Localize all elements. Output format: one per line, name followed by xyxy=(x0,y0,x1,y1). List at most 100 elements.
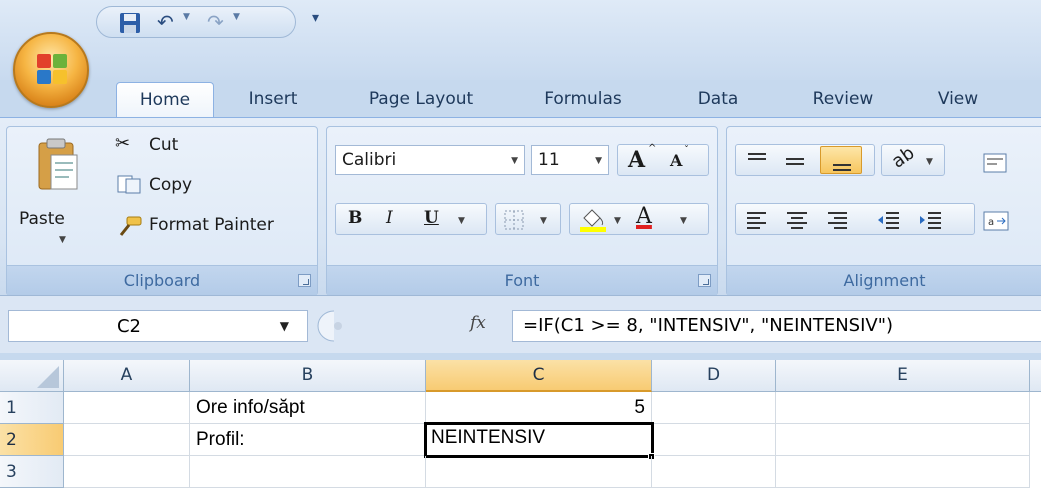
formula-input[interactable]: =IF(C1 >= 8, "INTENSIV", "NEINTENSIV") xyxy=(512,310,1041,342)
wrap-text-icon[interactable] xyxy=(983,153,1007,173)
orientation-button[interactable]: ab ▼ xyxy=(881,142,945,176)
align-top-icon[interactable] xyxy=(746,151,768,171)
font-group-label: Font xyxy=(327,265,717,295)
ribbon: Paste ▼ ✂ Cut Copy Format Painter Clipbo… xyxy=(0,117,1041,296)
font-launcher-icon[interactable] xyxy=(698,274,711,287)
underline-dropdown-icon[interactable]: ▼ xyxy=(458,216,465,226)
format-painter-button[interactable]: Format Painter xyxy=(149,215,274,235)
clipboard-group: Paste ▼ ✂ Cut Copy Format Painter Clipbo… xyxy=(6,126,318,296)
cell-b1[interactable]: Ore info/săpt xyxy=(190,392,426,424)
italic-button[interactable]: I xyxy=(386,208,393,228)
column-header-c[interactable]: C xyxy=(426,360,652,392)
align-left-icon[interactable] xyxy=(746,210,768,230)
format-painter-icon xyxy=(119,216,142,236)
borders-dropdown-icon[interactable]: ▼ xyxy=(540,216,547,226)
paste-icon[interactable] xyxy=(37,137,79,193)
alignment-group-label: Alignment xyxy=(727,265,1041,295)
cell-d1[interactable] xyxy=(652,392,776,424)
underline-button[interactable]: U xyxy=(424,208,439,228)
grow-font-button[interactable]: A xyxy=(628,147,645,173)
tab-review[interactable]: Review xyxy=(796,82,890,118)
vertical-align-buttons xyxy=(735,144,875,176)
font-name-value: Calibri xyxy=(342,150,397,170)
cell-b3[interactable] xyxy=(190,456,426,488)
column-header-d[interactable]: D xyxy=(652,360,776,392)
clipboard-group-label: Clipboard xyxy=(7,265,317,295)
tab-home[interactable]: Home xyxy=(116,82,214,118)
cell-e2[interactable] xyxy=(776,424,1030,456)
select-all-icon xyxy=(37,366,59,388)
row-header-1[interactable]: 1 xyxy=(0,392,64,424)
align-middle-icon[interactable] xyxy=(784,151,806,171)
svg-text:a: a xyxy=(988,217,994,228)
cell-b2[interactable]: Profil: xyxy=(190,424,426,456)
cut-icon: ✂ xyxy=(115,133,131,154)
font-size-value: 11 xyxy=(538,150,560,170)
bold-button[interactable]: B xyxy=(348,208,362,228)
redo-dropdown-icon[interactable]: ▼ xyxy=(233,12,240,22)
font-name-dropdown-icon[interactable]: ▼ xyxy=(511,156,518,166)
name-box-dropdown-icon[interactable]: ▼ xyxy=(280,319,289,333)
shrink-font-caret-icon: ˇ xyxy=(684,145,689,156)
clipboard-launcher-icon[interactable] xyxy=(298,274,311,287)
formula-bar-splitter-icon[interactable] xyxy=(316,310,354,342)
save-icon[interactable] xyxy=(119,12,141,34)
cell-a3[interactable] xyxy=(64,456,190,488)
select-all-corner[interactable] xyxy=(0,360,64,392)
shrink-font-button[interactable]: A xyxy=(670,151,682,170)
font-size-dropdown-icon[interactable]: ▼ xyxy=(595,156,602,166)
office-logo-icon xyxy=(37,54,67,84)
font-name-combo[interactable]: Calibri ▼ xyxy=(335,145,525,175)
horizontal-align-buttons xyxy=(735,203,975,235)
fill-color-dropdown-icon[interactable]: ▼ xyxy=(614,216,621,226)
row-header-3[interactable]: 3 xyxy=(0,456,64,488)
tab-page-layout[interactable]: Page Layout xyxy=(352,82,490,118)
font-group: Calibri ▼ 11 ▼ A ^ A ˇ B I U ▼ ▼ ▼ A ▼ F… xyxy=(326,126,718,296)
customize-qat-icon[interactable]: ▾ xyxy=(312,10,319,26)
paste-button[interactable]: Paste xyxy=(19,209,65,229)
name-box-value: C2 xyxy=(116,316,142,337)
cell-d3[interactable] xyxy=(652,456,776,488)
cell-e3[interactable] xyxy=(776,456,1030,488)
cell-d2[interactable] xyxy=(652,424,776,456)
font-size-buttons: A ^ A ˇ xyxy=(617,143,709,176)
merge-center-icon[interactable]: a xyxy=(983,211,1009,231)
align-bottom-button[interactable] xyxy=(820,146,862,174)
font-size-combo[interactable]: 11 ▼ xyxy=(531,145,609,175)
undo-icon[interactable]: ↶ xyxy=(157,11,174,33)
column-header-e[interactable]: E xyxy=(776,360,1030,392)
column-header-b[interactable]: B xyxy=(190,360,426,392)
increase-indent-icon[interactable] xyxy=(918,210,942,230)
cell-e1[interactable] xyxy=(776,392,1030,424)
font-color-button[interactable]: A xyxy=(636,204,652,229)
cell-c2[interactable]: NEINTENSIV xyxy=(424,422,654,458)
borders-button[interactable]: ▼ xyxy=(495,203,561,235)
column-header-a[interactable]: A xyxy=(64,360,190,392)
color-buttons: ▼ A ▼ xyxy=(569,203,709,235)
cell-c3[interactable] xyxy=(426,456,652,488)
tab-formulas[interactable]: Formulas xyxy=(530,82,636,118)
cell-a2[interactable] xyxy=(64,424,190,456)
decrease-indent-icon[interactable] xyxy=(876,210,900,230)
cut-button[interactable]: Cut xyxy=(149,135,178,155)
tab-data[interactable]: Data xyxy=(680,82,756,118)
font-color-dropdown-icon[interactable]: ▼ xyxy=(680,216,687,226)
column-header-f-partial[interactable] xyxy=(1030,360,1041,392)
orientation-dropdown-icon[interactable]: ▼ xyxy=(926,157,933,167)
name-box[interactable]: C2 ▼ xyxy=(8,310,308,342)
redo-icon[interactable]: ↷ xyxy=(207,11,224,33)
undo-dropdown-icon[interactable]: ▼ xyxy=(183,12,190,22)
paste-dropdown-icon[interactable]: ▼ xyxy=(59,235,66,245)
insert-function-icon[interactable]: fx xyxy=(470,313,486,333)
tab-view[interactable]: View xyxy=(920,82,996,118)
office-button[interactable] xyxy=(13,32,89,108)
row-header-2[interactable]: 2 xyxy=(0,424,64,456)
align-center-icon[interactable] xyxy=(786,210,808,230)
copy-button[interactable]: Copy xyxy=(149,175,192,195)
tab-insert[interactable]: Insert xyxy=(228,82,318,118)
cell-a1[interactable] xyxy=(64,392,190,424)
align-right-icon[interactable] xyxy=(826,210,848,230)
cell-c1[interactable]: 5 xyxy=(426,392,652,424)
orientation-icon: ab xyxy=(888,142,919,173)
fill-color-icon[interactable] xyxy=(578,206,608,232)
